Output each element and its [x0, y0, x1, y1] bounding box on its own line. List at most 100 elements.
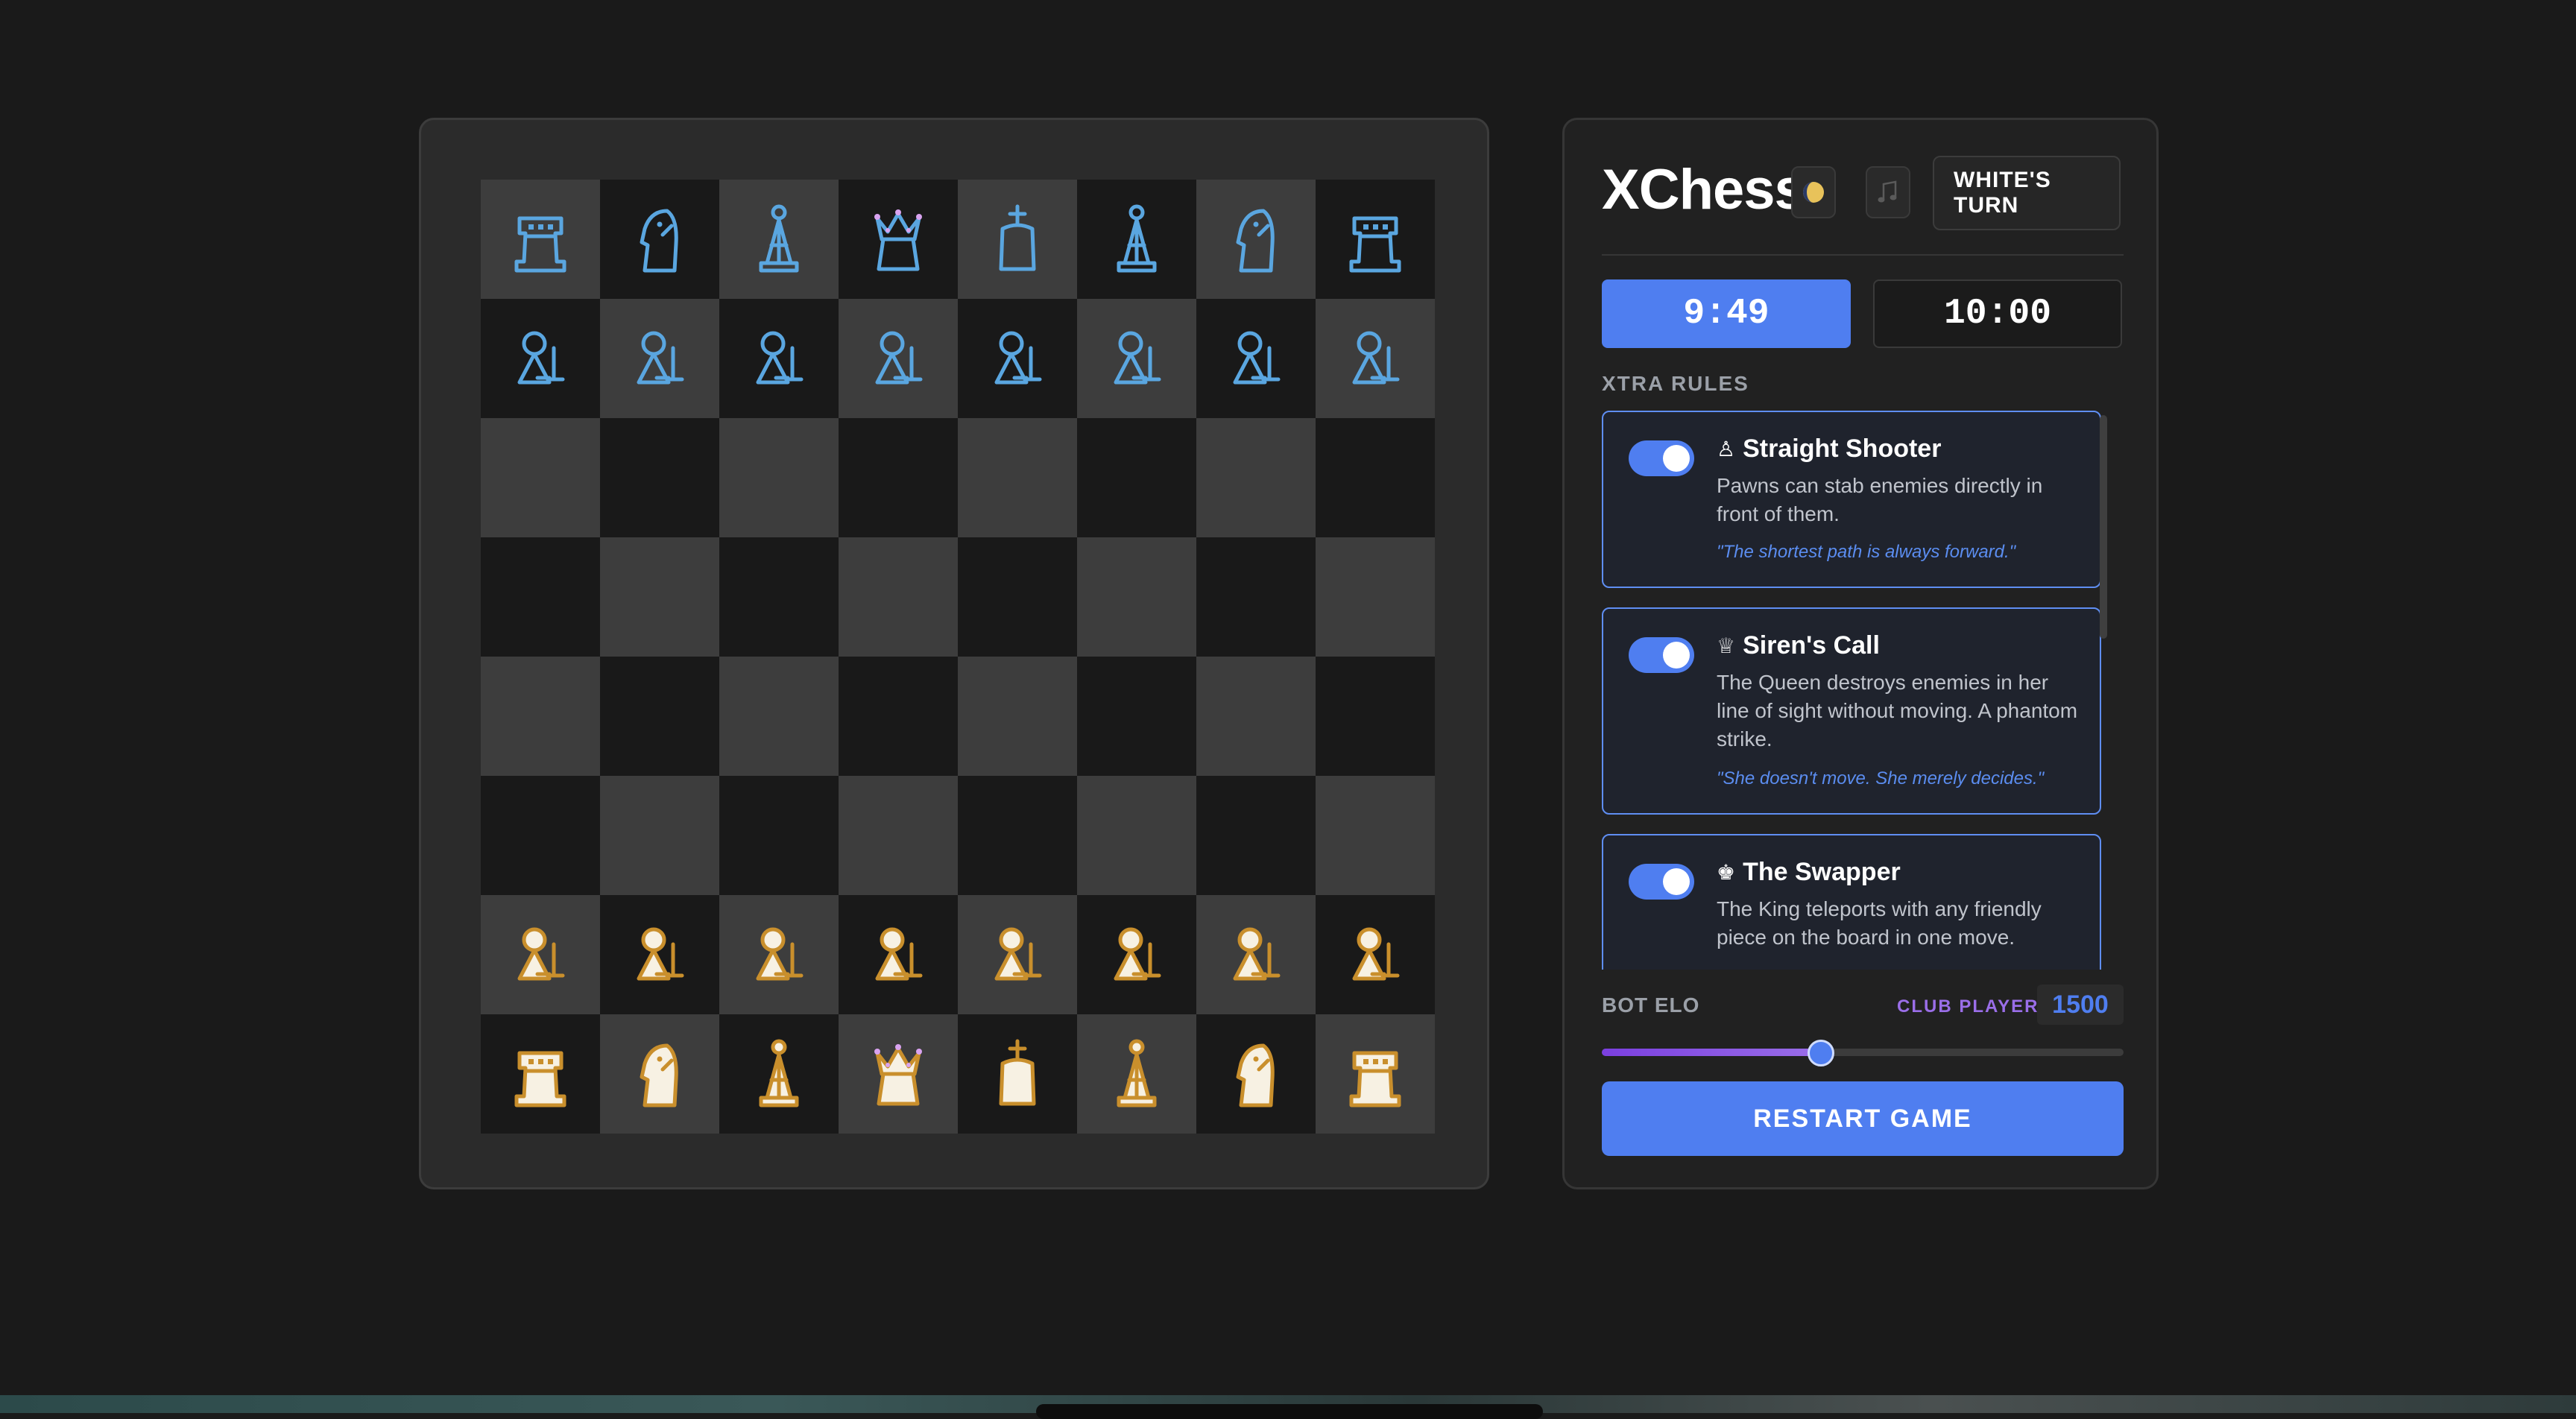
board-square[interactable] — [839, 299, 958, 418]
rule-card-straight-shooter[interactable]: ♙ Straight Shooter Pawns can stab enemie… — [1602, 411, 2101, 588]
board-square[interactable] — [600, 299, 719, 418]
slider-thumb[interactable] — [1808, 1040, 1834, 1066]
board-square[interactable] — [1316, 537, 1435, 657]
board-square[interactable] — [839, 1014, 958, 1134]
white-king-icon[interactable] — [980, 1037, 1055, 1111]
rule-card-the-swapper[interactable]: ♚ The Swapper The King teleports with an… — [1602, 834, 2101, 970]
board-square[interactable] — [839, 418, 958, 537]
white-pawn-icon[interactable] — [742, 917, 816, 992]
board-square[interactable] — [958, 180, 1077, 299]
board-square[interactable] — [481, 299, 600, 418]
board-square[interactable] — [481, 1014, 600, 1134]
white-pawn-icon[interactable] — [503, 917, 578, 992]
white-knight-icon[interactable] — [622, 1037, 697, 1111]
board-square[interactable] — [839, 537, 958, 657]
board-square[interactable] — [1077, 537, 1196, 657]
theme-toggle-button[interactable] — [1791, 166, 1836, 218]
board-square[interactable] — [481, 180, 600, 299]
board-square[interactable] — [839, 895, 958, 1014]
board-square[interactable] — [1077, 895, 1196, 1014]
white-bishop-icon[interactable] — [742, 1037, 816, 1111]
black-bishop-icon[interactable] — [742, 202, 816, 276]
board-square[interactable] — [1316, 657, 1435, 776]
board-square[interactable] — [719, 180, 839, 299]
board-square[interactable] — [719, 1014, 839, 1134]
white-rook-icon[interactable] — [503, 1037, 578, 1111]
board-square[interactable] — [1316, 180, 1435, 299]
board-square[interactable] — [1196, 180, 1316, 299]
board-square[interactable] — [481, 537, 600, 657]
rule-toggle-straight-shooter[interactable] — [1629, 440, 1694, 476]
white-pawn-icon[interactable] — [980, 917, 1055, 992]
board-square[interactable] — [1196, 657, 1316, 776]
black-knight-icon[interactable] — [1219, 202, 1293, 276]
board-square[interactable] — [1316, 895, 1435, 1014]
black-bishop-icon[interactable] — [1099, 202, 1174, 276]
white-pawn-icon[interactable] — [861, 917, 935, 992]
board-square[interactable] — [839, 180, 958, 299]
white-queen-icon[interactable] — [861, 1037, 935, 1111]
board-square[interactable] — [481, 776, 600, 895]
black-pawn-icon[interactable] — [503, 321, 578, 396]
board-square[interactable] — [1316, 1014, 1435, 1134]
black-pawn-icon[interactable] — [622, 321, 697, 396]
black-rook-icon[interactable] — [1338, 202, 1412, 276]
board-square[interactable] — [719, 418, 839, 537]
board-square[interactable] — [958, 418, 1077, 537]
board-square[interactable] — [1077, 418, 1196, 537]
board-square[interactable] — [600, 657, 719, 776]
black-pawn-icon[interactable] — [1099, 321, 1174, 396]
white-pawn-icon[interactable] — [622, 917, 697, 992]
board-square[interactable] — [600, 1014, 719, 1134]
board-square[interactable] — [1316, 418, 1435, 537]
black-pawn-icon[interactable] — [742, 321, 816, 396]
board-square[interactable] — [1196, 1014, 1316, 1134]
board-square[interactable] — [958, 657, 1077, 776]
board-square[interactable] — [958, 1014, 1077, 1134]
board-square[interactable] — [958, 895, 1077, 1014]
rule-toggle-the-swapper[interactable] — [1629, 864, 1694, 900]
board-square[interactable] — [719, 776, 839, 895]
black-knight-icon[interactable] — [622, 202, 697, 276]
board-square[interactable] — [481, 418, 600, 537]
bot-elo-slider[interactable] — [1602, 1040, 2124, 1066]
board-square[interactable] — [1077, 776, 1196, 895]
board-square[interactable] — [1196, 776, 1316, 895]
board-square[interactable] — [839, 657, 958, 776]
board-square[interactable] — [600, 895, 719, 1014]
board-square[interactable] — [719, 537, 839, 657]
board-square[interactable] — [1077, 299, 1196, 418]
rule-card-sirens-call[interactable]: ♕ Siren's Call The Queen destroys enemie… — [1602, 607, 2101, 815]
board-square[interactable] — [600, 180, 719, 299]
board-square[interactable] — [719, 299, 839, 418]
white-bishop-icon[interactable] — [1099, 1037, 1174, 1111]
white-pawn-icon[interactable] — [1099, 917, 1174, 992]
board-square[interactable] — [1316, 776, 1435, 895]
board-square[interactable] — [600, 537, 719, 657]
white-pawn-icon[interactable] — [1338, 917, 1412, 992]
black-queen-icon[interactable] — [861, 202, 935, 276]
black-pawn-icon[interactable] — [980, 321, 1055, 396]
board-square[interactable] — [1196, 537, 1316, 657]
rules-list[interactable]: ♙ Straight Shooter Pawns can stab enemie… — [1602, 411, 2124, 970]
board-square[interactable] — [1077, 180, 1196, 299]
board-square[interactable] — [958, 299, 1077, 418]
board-square[interactable] — [958, 537, 1077, 657]
rule-toggle-sirens-call[interactable] — [1629, 637, 1694, 673]
board-square[interactable] — [481, 657, 600, 776]
black-pawn-icon[interactable] — [1219, 321, 1293, 396]
white-pawn-icon[interactable] — [1219, 917, 1293, 992]
board-square[interactable] — [1196, 895, 1316, 1014]
black-pawn-icon[interactable] — [1338, 321, 1412, 396]
board-square[interactable] — [1316, 299, 1435, 418]
chess-board[interactable] — [481, 180, 1435, 1134]
rules-scrollbar[interactable] — [2100, 415, 2107, 970]
white-knight-icon[interactable] — [1219, 1037, 1293, 1111]
board-square[interactable] — [1196, 418, 1316, 537]
board-square[interactable] — [600, 418, 719, 537]
black-pawn-icon[interactable] — [861, 321, 935, 396]
board-square[interactable] — [958, 776, 1077, 895]
white-rook-icon[interactable] — [1338, 1037, 1412, 1111]
board-square[interactable] — [839, 776, 958, 895]
board-square[interactable] — [1196, 299, 1316, 418]
